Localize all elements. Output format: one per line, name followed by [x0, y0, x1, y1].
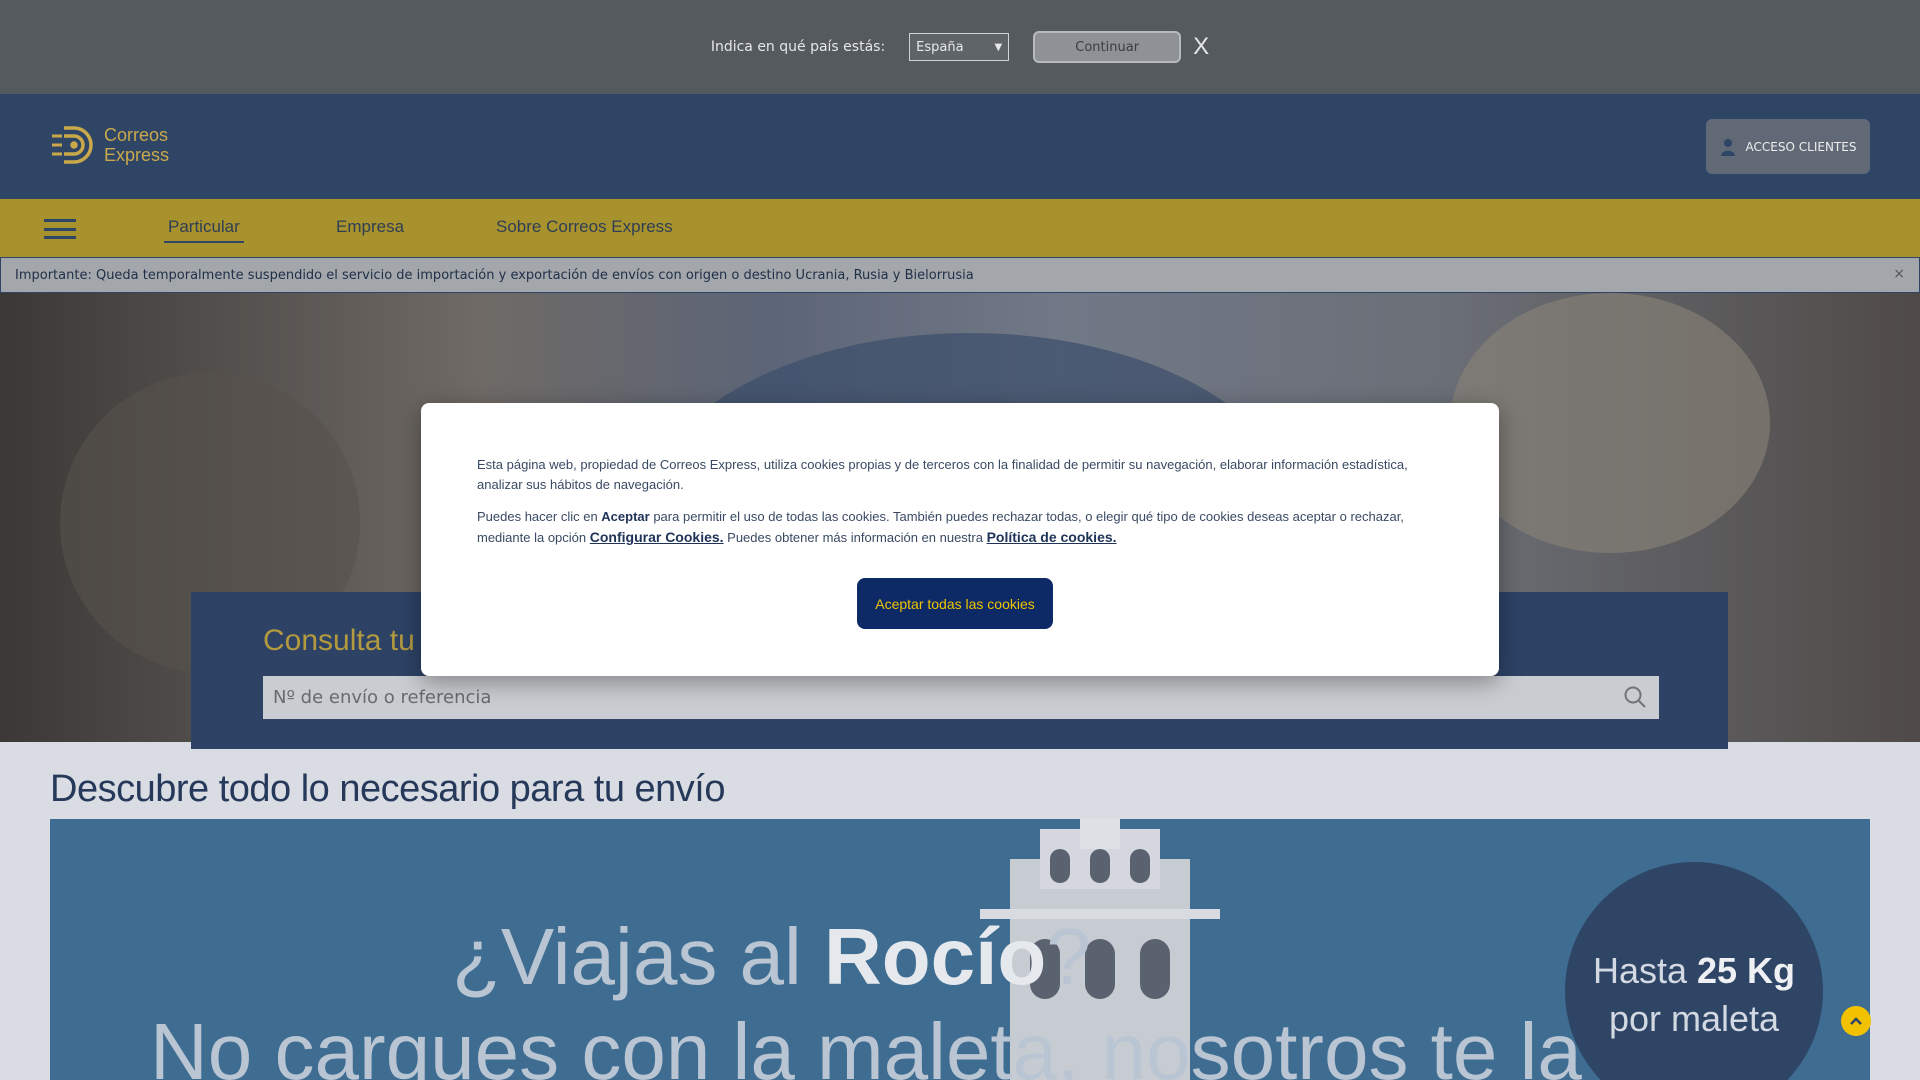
continue-button[interactable]: Continuar [1033, 31, 1182, 63]
cookie-policy-link[interactable]: Política de cookies. [987, 529, 1117, 545]
tracking-placeholder: Nº de envío o referencia [273, 687, 492, 708]
alert-text: Importante: Queda temporalmente suspendi… [15, 267, 974, 283]
correos-logo-icon [52, 126, 93, 164]
cookie-text-1: Esta página web, propiedad de Correos Ex… [477, 457, 1408, 492]
logo-text: Correos Express [104, 125, 169, 165]
scroll-top-button[interactable] [1841, 1006, 1871, 1036]
nav-item-particular[interactable]: Particular [164, 217, 244, 243]
tracking-title: Consulta tu [263, 624, 415, 657]
country-bar: Indica en qué país estás: España ▼ Conti… [0, 0, 1920, 94]
logo[interactable]: Correos Express [50, 122, 169, 168]
access-clients-button[interactable]: ACCESO CLIENTES [1706, 119, 1870, 174]
configure-cookies-link[interactable]: Configurar Cookies. [590, 529, 724, 545]
cookie-consent-modal: Esta página web, propiedad de Correos Ex… [421, 403, 1499, 676]
tracking-input[interactable]: Nº de envío o referencia [263, 676, 1659, 719]
country-select-value: España [916, 39, 964, 55]
logo-line1: Correos [104, 125, 169, 145]
country-select[interactable]: España ▼ [909, 33, 1010, 61]
main-nav: Particular Empresa Sobre Correos Express [0, 199, 1920, 257]
promo-subheadline: No cargues con la maleta, nosotros te la [150, 1007, 1582, 1080]
alert-close-button[interactable]: × [1893, 266, 1905, 282]
menu-icon[interactable] [44, 219, 76, 239]
section-title: Descubre todo lo necesario para tu envío [50, 768, 725, 810]
alert-banner: Importante: Queda temporalmente suspendi… [0, 257, 1920, 293]
country-label: Indica en qué país estás: [710, 39, 886, 55]
country-bar-close-button[interactable]: X [1193, 33, 1209, 61]
nav-item-empresa[interactable]: Empresa [336, 217, 404, 237]
access-clients-label: ACCESO CLIENTES [1745, 139, 1857, 154]
logo-line2: Express [104, 145, 170, 165]
cookie-text-2: Puedes hacer clic en Aceptar para permit… [477, 509, 1404, 545]
promo-banner[interactable]: ¿Viajas al Rocío? No cargues con la male… [50, 819, 1870, 1080]
chevron-up-icon [1850, 1017, 1862, 1025]
nav-item-sobre[interactable]: Sobre Correos Express [496, 217, 673, 237]
promo-headline: ¿Viajas al Rocío? [452, 912, 1091, 1001]
promo-badge: Hasta 25 Kg por maleta [1565, 862, 1823, 1080]
user-icon [1720, 138, 1735, 156]
chevron-down-icon: ▼ [994, 41, 1003, 53]
accept-all-cookies-button[interactable]: Aceptar todas las cookies [857, 578, 1053, 629]
site-header: Correos Express ACCESO CLIENTES [0, 94, 1920, 199]
search-icon[interactable] [1623, 685, 1647, 709]
